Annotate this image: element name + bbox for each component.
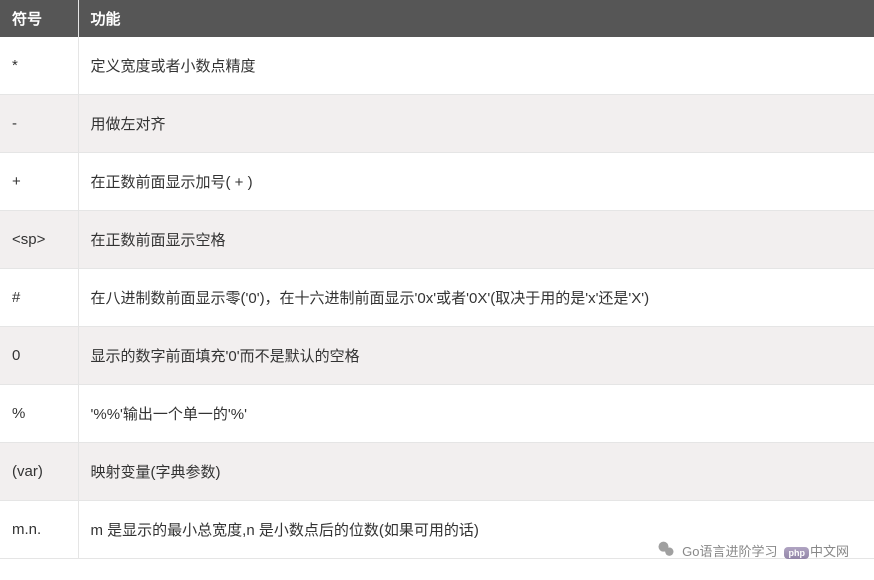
table-row: (var) 映射变量(字典参数)	[0, 443, 874, 501]
cell-symbol: (var)	[0, 443, 78, 501]
watermark-text-2: php中文网	[783, 541, 849, 560]
cell-desc: 在正数前面显示加号( + )	[78, 153, 874, 211]
cell-symbol: -	[0, 95, 78, 153]
cell-symbol: <sp>	[0, 211, 78, 269]
cell-desc: 在八进制数前面显示零('0')，在十六进制前面显示'0x'或者'0X'(取决于用…	[78, 269, 874, 327]
cell-symbol: +	[0, 153, 78, 211]
format-symbol-table: 符号 功能 * 定义宽度或者小数点精度 - 用做左对齐 + 在正数前面显示加号(…	[0, 0, 874, 559]
php-badge-icon: php	[784, 547, 809, 559]
table-row: <sp> 在正数前面显示空格	[0, 211, 874, 269]
table-row: + 在正数前面显示加号( + )	[0, 153, 874, 211]
cell-desc: 用做左对齐	[78, 95, 874, 153]
cell-symbol: 0	[0, 327, 78, 385]
cell-desc: 在正数前面显示空格	[78, 211, 874, 269]
table-row: * 定义宽度或者小数点精度	[0, 37, 874, 95]
table-row: - 用做左对齐	[0, 95, 874, 153]
watermark-suffix: 中文网	[810, 544, 849, 559]
header-function: 功能	[78, 0, 874, 37]
watermark: Go语言进阶学习 php中文网	[656, 540, 849, 560]
cell-desc: 显示的数字前面填充'0'而不是默认的空格	[78, 327, 874, 385]
cell-symbol: *	[0, 37, 78, 95]
wechat-icon	[656, 540, 676, 560]
cell-symbol: %	[0, 385, 78, 443]
cell-symbol: #	[0, 269, 78, 327]
table-header-row: 符号 功能	[0, 0, 874, 37]
watermark-text-1: Go语言进阶学习	[682, 541, 777, 560]
cell-desc: 映射变量(字典参数)	[78, 443, 874, 501]
header-symbol: 符号	[0, 0, 78, 37]
table-row: # 在八进制数前面显示零('0')，在十六进制前面显示'0x'或者'0X'(取决…	[0, 269, 874, 327]
cell-desc: '%%'输出一个单一的'%'	[78, 385, 874, 443]
table-row: 0 显示的数字前面填充'0'而不是默认的空格	[0, 327, 874, 385]
cell-desc: 定义宽度或者小数点精度	[78, 37, 874, 95]
cell-symbol: m.n.	[0, 501, 78, 559]
table-row: % '%%'输出一个单一的'%'	[0, 385, 874, 443]
